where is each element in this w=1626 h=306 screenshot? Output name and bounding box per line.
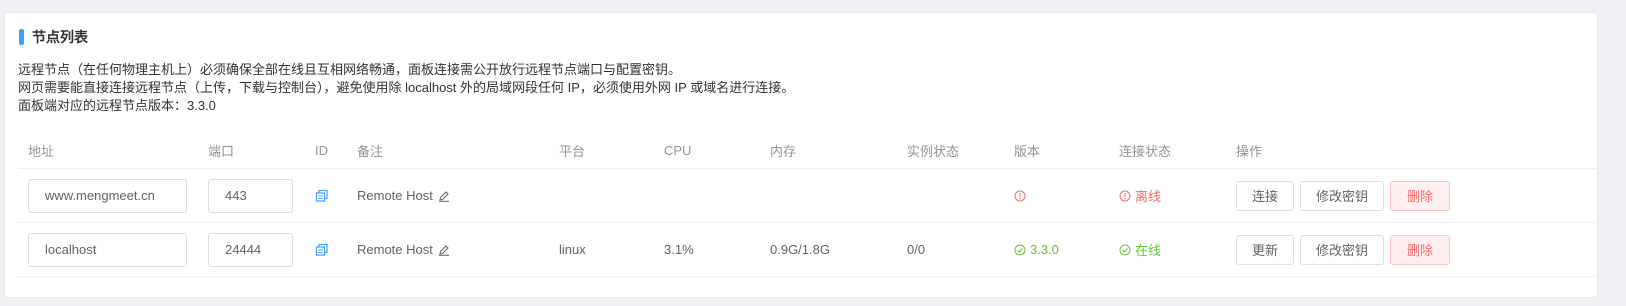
remark-text: Remote Host [357, 188, 433, 203]
col-address: 地址 [28, 144, 55, 159]
remark-text: Remote Host [357, 242, 433, 257]
port-input[interactable]: 24444 [208, 232, 293, 267]
description-line: 网页需要能直接连接远程节点（上传，下载与控制台），避免使用除 localhost… [18, 80, 795, 95]
connect-button[interactable]: 连接 [1236, 180, 1294, 211]
check-circle-icon [1119, 244, 1131, 255]
edit-pencil-icon[interactable] [438, 244, 450, 256]
description-line: 面板端对应的远程节点版本：3.3.0 [18, 98, 216, 113]
platform-text: linux [559, 242, 586, 257]
card-title: 节点列表 [19, 27, 88, 47]
update-button[interactable]: 更新 [1236, 234, 1294, 265]
col-instance-status: 实例状态 [907, 144, 960, 159]
connection-status: 在线 [1119, 223, 1161, 276]
node-table: 地址 端口 ID 备注 平台 CPU 内存 实例状态 版本 连接状态 操作 ww… [18, 133, 1604, 277]
delete-button[interactable]: 删除 [1390, 180, 1450, 211]
connection-status: 离线 [1119, 169, 1161, 222]
version-text: 3.3.0 [1030, 242, 1059, 257]
card-title-text: 节点列表 [32, 29, 88, 45]
delete-button[interactable]: 删除 [1390, 234, 1450, 265]
change-key-button[interactable]: 修改密钥 [1300, 180, 1384, 211]
edit-pencil-icon[interactable] [438, 190, 450, 202]
address-input[interactable]: localhost [28, 232, 187, 267]
table-header: 地址 端口 ID 备注 平台 CPU 内存 实例状态 版本 连接状态 操作 [18, 133, 1604, 169]
col-version: 版本 [1014, 144, 1041, 159]
copy-id-icon[interactable] [315, 189, 329, 203]
table-row: www.mengmeet.cn 443 Remote Host 离线 连接 修改… [18, 169, 1604, 223]
col-remark: 备注 [357, 144, 384, 159]
port-input[interactable]: 443 [208, 178, 293, 213]
version-status: 3.3.0 [1014, 223, 1059, 276]
connection-text: 离线 [1135, 189, 1162, 204]
warning-circle-icon [1014, 190, 1026, 201]
node-list-card: 节点列表 远程节点（在任何物理主机上）必须确保全部在线且互相网络畅通，面板连接需… [4, 12, 1604, 298]
check-circle-icon [1014, 244, 1026, 255]
connection-text: 在线 [1135, 243, 1162, 258]
col-platform: 平台 [559, 144, 586, 159]
col-port: 端口 [208, 144, 235, 159]
col-memory: 内存 [770, 144, 797, 159]
instance-status-text: 0/0 [907, 242, 926, 257]
description: 远程节点（在任何物理主机上）必须确保全部在线且互相网络畅通，面板连接需公开放行远… [18, 61, 794, 115]
description-line: 远程节点（在任何物理主机上）必须确保全部在线且互相网络畅通，面板连接需公开放行远… [18, 62, 682, 77]
memory-text: 0.9G/1.8G [770, 242, 830, 257]
table-row: localhost 24444 Remote Host linux 3.1% 0… [18, 223, 1604, 277]
col-actions: 操作 [1236, 144, 1263, 159]
address-input[interactable]: www.mengmeet.cn [28, 178, 187, 213]
copy-id-icon[interactable] [315, 243, 329, 257]
cpu-text: 3.1% [664, 242, 694, 257]
title-accent-bar [19, 29, 24, 45]
col-cpu: CPU [664, 143, 692, 158]
warning-circle-icon [1119, 190, 1131, 201]
col-connection: 连接状态 [1119, 144, 1172, 159]
col-id: ID [315, 143, 328, 158]
change-key-button[interactable]: 修改密钥 [1300, 234, 1384, 265]
